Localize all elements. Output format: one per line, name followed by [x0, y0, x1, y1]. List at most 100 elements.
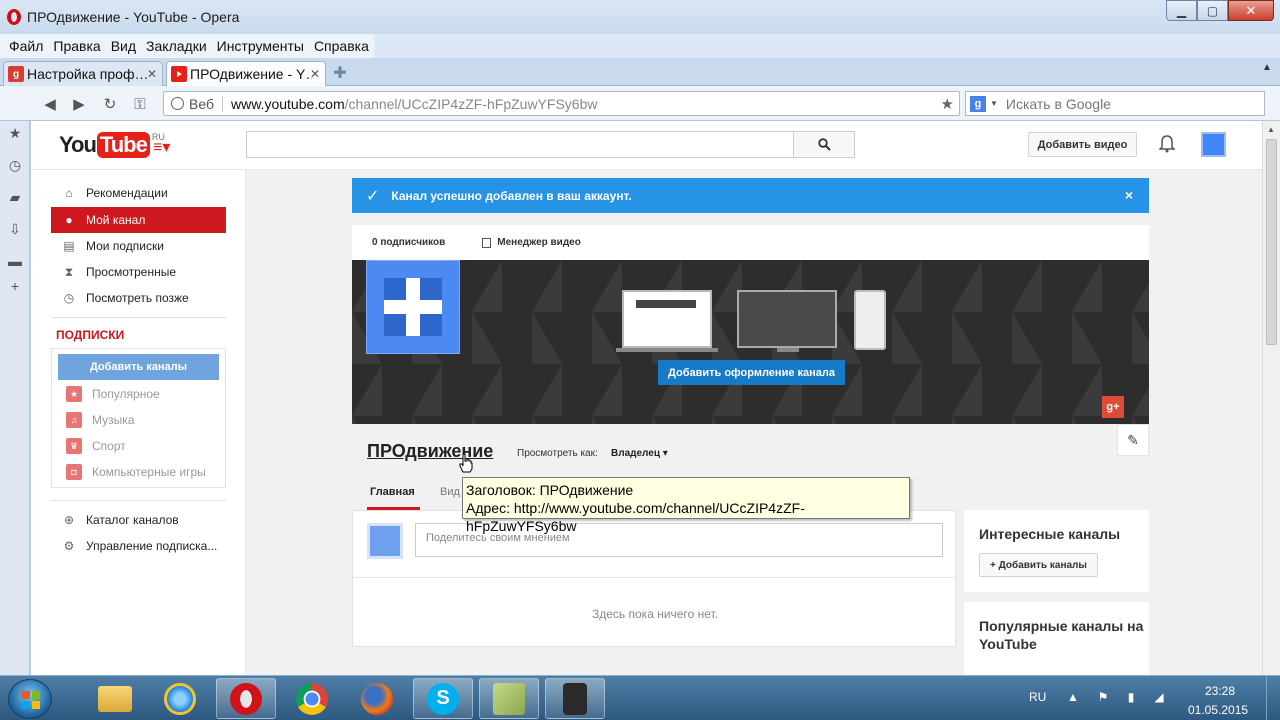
add-featured-channels-button[interactable]: + Добавить каналы: [979, 553, 1098, 577]
video-manager-link[interactable]: Менеджер видео: [482, 237, 581, 248]
edit-pencil-icon[interactable]: ✎: [1117, 424, 1149, 456]
channel-avatar[interactable]: [366, 260, 460, 354]
subscriber-count[interactable]: 0 подписчиков: [372, 237, 445, 248]
history-clock-icon[interactable]: ◷: [6, 156, 24, 174]
video-manager-icon: [482, 237, 492, 248]
add-channels-button[interactable]: Добавить каналы: [58, 354, 219, 380]
reload-icon[interactable]: ↻: [100, 94, 120, 114]
bookmark-star-icon[interactable]: ★: [941, 95, 954, 113]
clock-date[interactable]: 01.05.2015: [1188, 703, 1248, 717]
subscription-label: Компьютерные игры: [92, 465, 206, 479]
maps-taskbar-button[interactable]: [479, 678, 539, 719]
subscription-label: Спорт: [92, 439, 126, 453]
google-icon[interactable]: g: [970, 95, 986, 112]
start-button[interactable]: [8, 679, 52, 719]
forward-icon[interactable]: ▶: [69, 94, 89, 114]
tab-home[interactable]: Главная: [367, 486, 420, 510]
firefox-taskbar-button[interactable]: [347, 678, 407, 719]
scrollbar-thumb[interactable]: [1266, 139, 1277, 345]
site-info-label[interactable]: Веб: [189, 95, 223, 112]
search-button[interactable]: [794, 131, 855, 158]
menu-edit[interactable]: Правка: [48, 38, 105, 54]
menu-bookmarks[interactable]: Закладки: [141, 38, 212, 54]
youtube-page: You Tube RU ≡▾ Добавить видео ⌂ Рекоменд…: [31, 121, 1262, 675]
google-plus-icon[interactable]: g+: [1102, 396, 1124, 418]
logo-tube: Tube: [96, 132, 150, 158]
minimize-button[interactable]: ▁: [1166, 0, 1197, 21]
tab-label: Настройка проф…: [27, 66, 149, 82]
opera-logo-icon[interactable]: [7, 9, 21, 25]
subscription-label: Музыка: [92, 413, 135, 427]
back-icon[interactable]: ◀: [40, 94, 60, 114]
guide-item-my-subscriptions[interactable]: ▤ Мои подписки: [51, 233, 226, 259]
guide-item-my-channel[interactable]: ● Мой канал: [51, 207, 226, 233]
tab-list-icon[interactable]: ▲: [1262, 62, 1278, 82]
menu-help[interactable]: Справка: [309, 38, 374, 54]
network-signal-icon[interactable]: ◢: [1152, 690, 1166, 704]
skype-icon: S: [427, 682, 459, 715]
opera-taskbar-button[interactable]: [216, 678, 276, 719]
tab-videos[interactable]: Вид: [440, 486, 460, 498]
guide-item-label: Просмотренные: [86, 265, 177, 279]
subscription-label: Популярное: [92, 387, 160, 401]
skype-taskbar-button[interactable]: S: [413, 678, 473, 719]
view-as-dropdown[interactable]: Владелец ▾: [611, 448, 668, 459]
youtube-logo[interactable]: You Tube RU: [59, 132, 165, 158]
tv-stand: [777, 348, 799, 352]
explorer-taskbar-button[interactable]: [85, 678, 145, 719]
ie-taskbar-button[interactable]: [150, 678, 210, 719]
menu-tools[interactable]: Инструменты: [212, 38, 309, 54]
tab-youtube[interactable]: ПРОдвижение - Y… ✕: [166, 61, 326, 86]
show-desktop-button[interactable]: [1266, 676, 1280, 720]
menu-file[interactable]: Файл: [4, 38, 48, 54]
tab-close-icon[interactable]: ✕: [310, 67, 320, 81]
youtube-search-input[interactable]: [246, 131, 794, 158]
language-indicator[interactable]: RU: [1029, 690, 1046, 704]
guide-item-channel-catalog[interactable]: ⊕ Каталог каналов: [51, 507, 226, 533]
guide-item-watch-later[interactable]: ◷ Посмотреть позже: [51, 285, 226, 311]
account-avatar[interactable]: [1201, 132, 1226, 157]
chevron-down-icon[interactable]: ▼: [990, 99, 998, 108]
google-search-field[interactable]: g ▼ Искать в Google: [965, 91, 1265, 116]
add-panel-icon[interactable]: +: [6, 277, 24, 295]
camera-taskbar-button[interactable]: [545, 678, 605, 719]
chrome-icon: [296, 682, 328, 715]
subscription-item-sport[interactable]: ♛ Спорт: [66, 436, 126, 456]
address-bar[interactable]: Веб www.youtube.com/channel/UCcZIP4zZF-h…: [163, 91, 960, 116]
clock-time[interactable]: 23:28: [1205, 684, 1235, 698]
subscription-item-games[interactable]: ◘ Компьютерные игры: [66, 462, 206, 482]
guide-item-recommended[interactable]: ⌂ Рекомендации: [51, 180, 226, 206]
tray-expand-icon[interactable]: ▲: [1066, 690, 1080, 704]
downloads-icon[interactable]: ⇩: [6, 220, 24, 238]
feed-divider: [353, 577, 957, 578]
windows-icon[interactable]: ▬: [6, 252, 24, 270]
notes-icon[interactable]: ▰: [6, 188, 24, 206]
notifications-bell-icon[interactable]: [1157, 134, 1177, 154]
chrome-taskbar-button[interactable]: [282, 678, 342, 719]
add-channel-art-button[interactable]: Добавить оформление канала: [658, 360, 845, 385]
url-host: www.youtube.com: [231, 95, 345, 112]
page-scrollbar[interactable]: ▲: [1262, 121, 1280, 675]
channel-name-link[interactable]: ПРОдвижение: [367, 441, 493, 462]
guide-item-history[interactable]: ⧗ Просмотренные: [51, 259, 226, 285]
close-button[interactable]: ✕: [1228, 0, 1274, 21]
subscriptions-heading[interactable]: ПОДПИСКИ: [56, 328, 124, 342]
new-tab-icon[interactable]: ✚: [331, 64, 349, 82]
alert-close-icon[interactable]: ×: [1125, 187, 1133, 203]
tab-close-icon[interactable]: ✕: [147, 67, 157, 81]
guide-menu-icon[interactable]: ≡▾: [153, 137, 170, 157]
subscription-item-popular[interactable]: ★ Популярное: [66, 384, 160, 404]
tab-label: ПРОдвижение - Y…: [190, 66, 312, 82]
battery-icon[interactable]: ▮: [1124, 690, 1138, 704]
scroll-up-icon[interactable]: ▲: [1267, 125, 1275, 134]
subscription-item-music[interactable]: ♫ Музыка: [66, 410, 134, 430]
bookmarks-star-icon[interactable]: ★: [6, 124, 24, 142]
internet-explorer-icon: [164, 682, 196, 715]
tab-profile-settings[interactable]: g Настройка проф… ✕: [3, 61, 163, 86]
key-icon[interactable]: ⚿: [130, 94, 150, 114]
upload-video-button[interactable]: Добавить видео: [1028, 132, 1137, 157]
action-center-flag-icon[interactable]: ⚑: [1096, 690, 1110, 704]
maximize-button[interactable]: ▢: [1197, 0, 1228, 21]
menu-view[interactable]: Вид: [106, 38, 141, 54]
guide-item-manage-subscriptions[interactable]: ⚙ Управление подписка...: [51, 533, 226, 559]
